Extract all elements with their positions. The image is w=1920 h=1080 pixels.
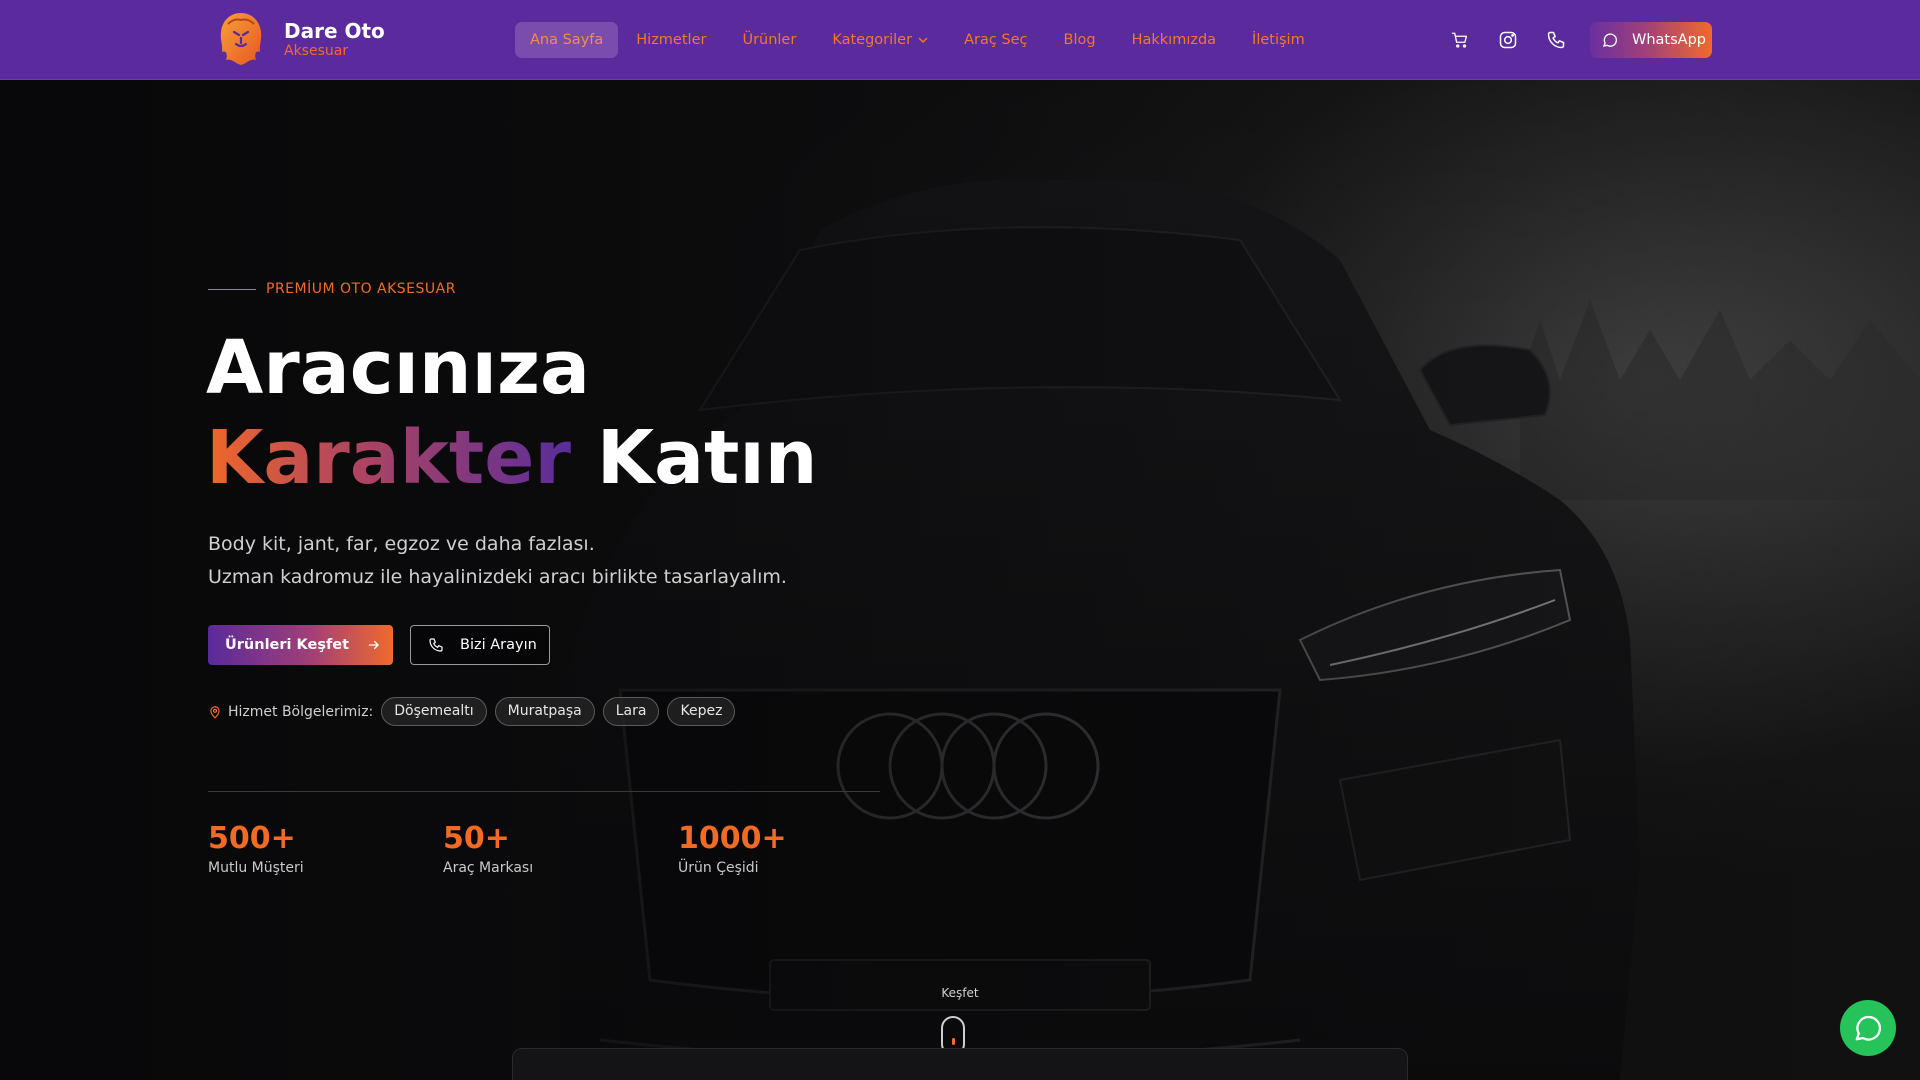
- instagram-icon: [1499, 31, 1517, 49]
- regions-label: Hizmet Bölgelerimiz:: [228, 703, 374, 720]
- stat-car-brands: 50+ Araç Markası: [443, 820, 533, 876]
- hero-subtitle-line-1: Body kit, jant, far, egzoz ve daha fazla…: [208, 533, 595, 555]
- hero-subtitle-line-2: Uzman kadromuz ile hayalinizdeki aracı b…: [208, 566, 787, 588]
- stats-divider: [208, 791, 880, 792]
- hero-title-line-1: Aracınıza: [206, 325, 590, 411]
- main-menu: Ana Sayfa Hizmetler Ürünler Kategoriler …: [515, 22, 1323, 58]
- service-regions: Hizmet Bölgelerimiz: Döşemealtı Muratpaş…: [208, 697, 743, 726]
- hero-title-line-2: Karakter Katın: [206, 414, 817, 502]
- hero-title-rest: Katın: [596, 415, 818, 501]
- stat-label: Araç Markası: [443, 860, 534, 876]
- cart-icon: [1451, 32, 1468, 48]
- hero-eyebrow: PREMİUM OTO AKSESUAR: [208, 281, 456, 297]
- region-chip[interactable]: Döşemealtı: [381, 697, 487, 726]
- arrow-right-icon: [368, 640, 380, 650]
- eyebrow-line: [208, 288, 256, 290]
- map-pin-icon: [210, 705, 220, 719]
- scroll-hint-label: Keşfet: [941, 986, 979, 1000]
- nav-item-categories-label: Kategoriler: [832, 32, 913, 48]
- region-chip[interactable]: Muratpaşa: [494, 697, 595, 726]
- nav-item-vehicle-select[interactable]: Araç Seç: [946, 22, 1045, 58]
- stat-product-variety: 1000+ Ürün Çeşidi: [678, 820, 787, 876]
- brand-name: Dare Oto: [284, 19, 385, 43]
- chevron-down-icon: [918, 37, 928, 44]
- phone-icon: [429, 638, 443, 652]
- nav-item-about[interactable]: Hakkımızda: [1114, 22, 1234, 58]
- call-us-label: Bizi Arayın: [460, 637, 537, 653]
- nav-item-contact[interactable]: İletişim: [1234, 22, 1323, 58]
- floating-whatsapp-button[interactable]: [1840, 1000, 1896, 1056]
- brand[interactable]: Dare Oto Aksesuar: [216, 10, 385, 68]
- whatsapp-button[interactable]: WhatsApp: [1590, 22, 1712, 58]
- whatsapp-icon: [1855, 1015, 1881, 1041]
- stat-label: Mutlu Müşteri: [208, 860, 304, 876]
- nav-item-services[interactable]: Hizmetler: [618, 22, 724, 58]
- nav-item-home[interactable]: Ana Sayfa: [515, 22, 619, 58]
- scroll-mouse-dot: [952, 1038, 955, 1045]
- cart-button[interactable]: [1440, 22, 1480, 58]
- search-panel: [512, 1048, 1408, 1080]
- nav-item-blog[interactable]: Blog: [1046, 22, 1114, 58]
- stat-value: 500+: [208, 821, 296, 856]
- phone-button[interactable]: [1536, 22, 1576, 58]
- region-chip[interactable]: Kepez: [667, 697, 736, 726]
- hero-subtitle: Body kit, jant, far, egzoz ve daha fazla…: [208, 528, 787, 594]
- nav-item-categories[interactable]: Kategoriler: [814, 22, 946, 58]
- explore-products-label: Ürünleri Keşfet: [225, 637, 350, 653]
- stat-value: 50+: [443, 821, 510, 856]
- stat-value: 1000+: [678, 821, 787, 856]
- brand-tagline: Aksesuar: [284, 43, 349, 59]
- stat-happy-customers: 500+ Mutlu Müşteri: [208, 820, 304, 876]
- hero-title-highlight: Karakter: [206, 415, 571, 501]
- whatsapp-button-label: WhatsApp: [1632, 32, 1706, 48]
- whatsapp-icon: [1602, 33, 1617, 47]
- nav-item-products[interactable]: Ürünler: [724, 22, 814, 58]
- stat-label: Ürün Çeşidi: [678, 860, 759, 876]
- call-us-button[interactable]: Bizi Arayın: [410, 625, 550, 665]
- lion-logo-icon: [220, 13, 262, 65]
- phone-icon: [1547, 31, 1565, 49]
- explore-products-button[interactable]: Ürünleri Keşfet: [208, 625, 393, 665]
- eyebrow-text: PREMİUM OTO AKSESUAR: [266, 281, 456, 297]
- top-navbar: Dare Oto Aksesuar Ana Sayfa Hizmetler Ür…: [0, 0, 1920, 80]
- hero-section: PREMİUM OTO AKSESUAR Aracınıza Karakter …: [0, 80, 1920, 1080]
- region-chip[interactable]: Lara: [602, 697, 660, 726]
- instagram-button[interactable]: [1488, 22, 1528, 58]
- header-actions: WhatsApp: [1440, 22, 1712, 58]
